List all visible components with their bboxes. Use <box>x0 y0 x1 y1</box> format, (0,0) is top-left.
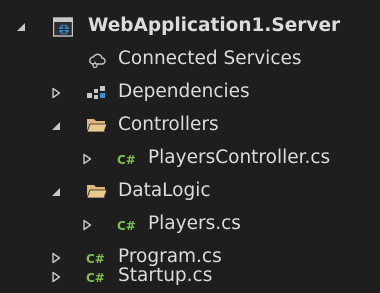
expanded-arrow-icon[interactable] <box>50 186 62 198</box>
csharp-file-icon: C# <box>117 151 137 167</box>
svg-text:C#: C# <box>117 219 136 232</box>
tree-label: PlayersController.cs <box>148 147 331 168</box>
tree-node-startup[interactable]: C# Startup.cs <box>0 260 380 293</box>
csharp-file-icon: C# <box>86 269 106 285</box>
expanded-arrow-icon[interactable] <box>15 21 27 33</box>
collapsed-arrow-icon[interactable] <box>81 219 93 231</box>
svg-text:C#: C# <box>86 271 105 284</box>
tree-label: Controllers <box>118 114 219 135</box>
collapsed-arrow-icon[interactable] <box>81 153 93 165</box>
connected-services-icon <box>89 53 106 69</box>
tree-label: Players.cs <box>148 213 241 234</box>
tree-node-connected-services[interactable]: Connected Services <box>0 43 380 76</box>
csharp-file-icon: C# <box>117 217 137 233</box>
tree-label: Startup.cs <box>118 265 213 286</box>
folder-open-icon <box>86 119 108 133</box>
dependencies-icon <box>87 86 105 99</box>
tree-node-dependencies[interactable]: Dependencies <box>0 76 380 109</box>
project-name: WebApplication1.Server <box>88 15 341 36</box>
folder-open-icon <box>86 185 108 199</box>
tree-node-playerscontroller[interactable]: C# PlayersController.cs <box>0 142 380 175</box>
solution-explorer-tree: WebApplication1.Server Connected Service… <box>0 0 380 293</box>
tree-node-project[interactable]: WebApplication1.Server <box>0 10 380 43</box>
tree-node-controllers[interactable]: Controllers <box>0 109 380 142</box>
tree-label: Connected Services <box>118 48 302 69</box>
tree-label: Dependencies <box>118 81 250 102</box>
svg-text:C#: C# <box>117 153 136 166</box>
web-project-icon <box>53 17 73 37</box>
collapsed-arrow-icon[interactable] <box>50 87 62 99</box>
collapsed-arrow-icon[interactable] <box>50 271 62 283</box>
tree-label: DataLogic <box>118 180 211 201</box>
tree-node-datalogic[interactable]: DataLogic <box>0 175 380 208</box>
tree-node-players[interactable]: C# Players.cs <box>0 208 380 241</box>
expanded-arrow-icon[interactable] <box>50 120 62 132</box>
